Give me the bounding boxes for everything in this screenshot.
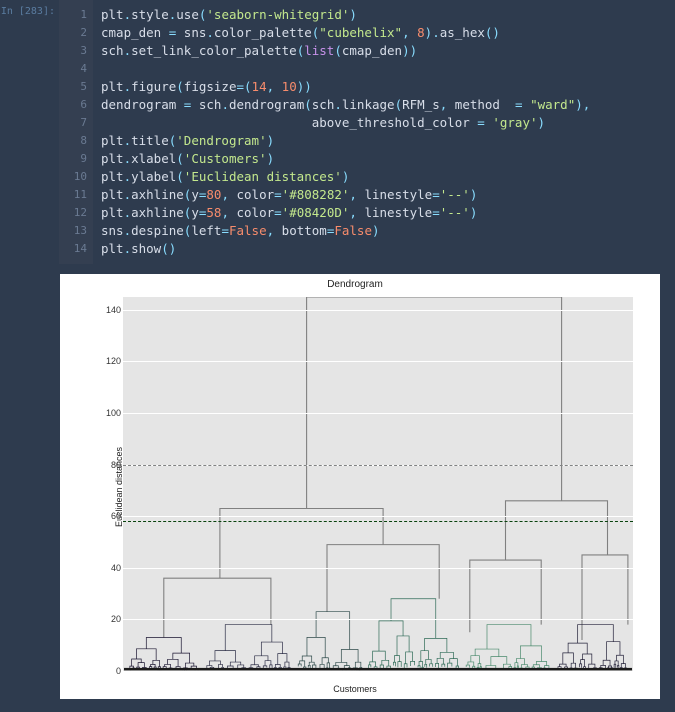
output-area: Dendrogram Euclidean distances Customers…: [60, 274, 660, 699]
axhline: [123, 465, 633, 466]
y-tick-label: 60: [103, 511, 121, 521]
grid-line: [123, 361, 633, 362]
y-tick-label: 100: [103, 408, 121, 418]
grid-line: [123, 516, 633, 517]
y-tick-label: 40: [103, 563, 121, 573]
y-tick-label: 80: [103, 460, 121, 470]
grid-line: [123, 413, 633, 414]
x-axis-label: Customers: [65, 684, 645, 694]
grid-line: [123, 671, 633, 672]
code-editor[interactable]: plt.style.use('seaborn-whitegrid')cmap_d…: [93, 0, 675, 264]
dendrogram-chart: Dendrogram Euclidean distances Customers…: [65, 279, 645, 694]
input-prompt: In [283]:: [0, 0, 59, 17]
line-number-gutter: 1234567891011121314: [59, 0, 93, 264]
grid-line: [123, 619, 633, 620]
chart-title: Dendrogram: [65, 279, 645, 290]
y-tick-label: 120: [103, 356, 121, 366]
grid-line: [123, 310, 633, 311]
grid-line: [123, 568, 633, 569]
y-tick-label: 0: [103, 666, 121, 676]
plot-background: [123, 297, 633, 671]
y-tick-label: 140: [103, 305, 121, 315]
y-tick-label: 20: [103, 614, 121, 624]
code-cell: In [283]: 1234567891011121314 plt.style.…: [0, 0, 675, 264]
axhline: [123, 521, 633, 522]
